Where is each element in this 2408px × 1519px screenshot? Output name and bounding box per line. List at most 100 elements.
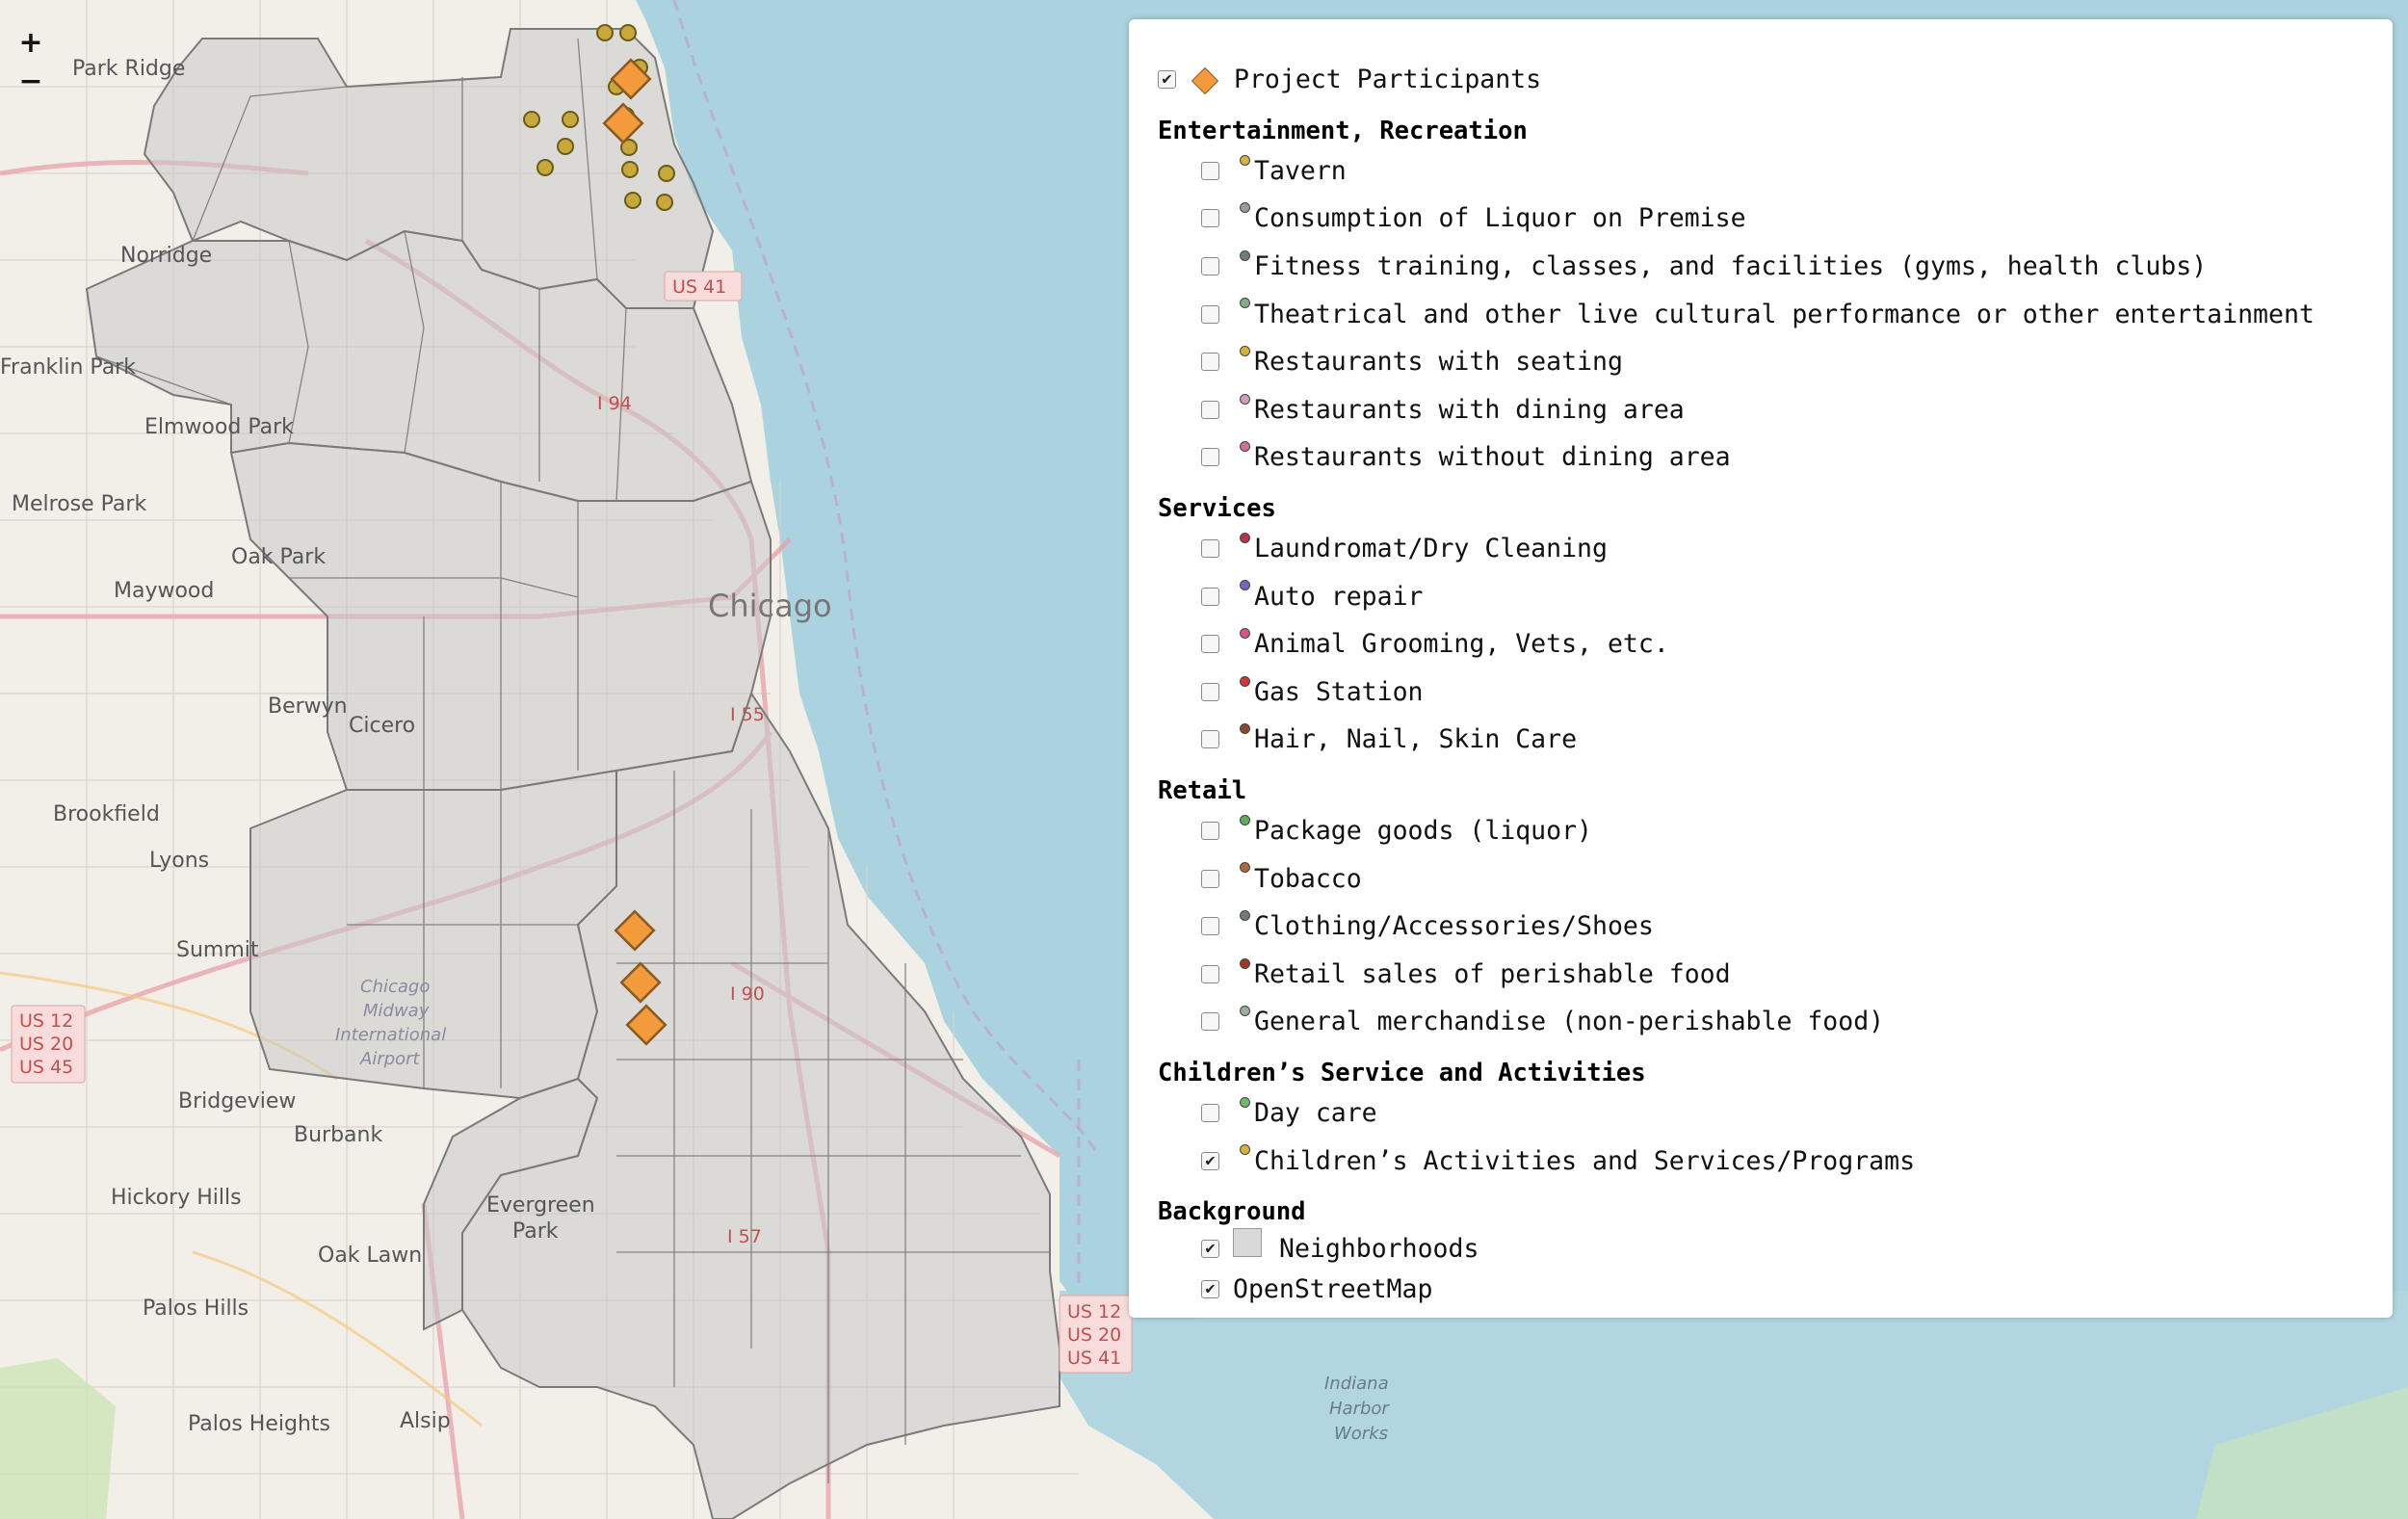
layer-label: Fitness training, classes, and facilitie…: [1254, 251, 2208, 282]
children-activity-marker[interactable]: [523, 111, 540, 128]
layer-checkbox[interactable]: [1201, 539, 1219, 559]
zoom-in-button[interactable]: +: [12, 23, 50, 62]
map-place-label: Franklin Park: [0, 355, 136, 380]
map-place-label: Palos Hills: [143, 1296, 249, 1321]
shield-us12-us20-us41: US 12 US 20 US 41: [1067, 1301, 1121, 1369]
layer-label: Tavern: [1254, 155, 1347, 186]
map-place-label: Lyons: [149, 849, 209, 873]
map-place-label: Chicago: [360, 977, 430, 997]
layer-checkbox[interactable]: [1201, 353, 1219, 372]
layer-label: Animal Grooming, Vets, etc.: [1254, 629, 1669, 660]
layer-color-dot-icon: [1240, 862, 1250, 874]
layer-checkbox[interactable]: [1201, 1012, 1219, 1032]
layer-color-dot-icon: [1240, 627, 1250, 639]
layer-checkbox[interactable]: [1201, 822, 1219, 841]
children-activity-marker[interactable]: [624, 192, 641, 209]
layer-color-dot-icon: [1240, 675, 1250, 687]
layer-checkbox[interactable]: [1201, 869, 1219, 888]
map-place-label: Oak Park: [231, 545, 326, 569]
map-place-label: Burbank: [294, 1123, 382, 1147]
map-place-label: Evergreen: [486, 1193, 595, 1218]
layer-checkbox[interactable]: ✔: [1201, 1280, 1219, 1299]
layer-label: Consumption of Liquor on Premise: [1254, 203, 1746, 234]
shield-i57: I 57: [727, 1226, 762, 1247]
layer-label: Clothing/Accessories/Shoes: [1254, 911, 1654, 942]
legend-layer-row: ✔ Neighborhoods: [1158, 1227, 2393, 1270]
map-place-label: Brookfield: [53, 802, 160, 826]
layer-color-dot-icon: [1240, 1006, 1250, 1017]
shield-i55: I 55: [730, 704, 765, 725]
layer-label: Tobacco: [1254, 863, 1362, 894]
map-place-label: Airport: [359, 1049, 421, 1069]
map-place-label: Oak Lawn: [318, 1244, 422, 1268]
layer-label: Gas Station: [1254, 676, 1424, 707]
legend-layer-row: ✔ Children’s Activities and Services/Prog…: [1158, 1137, 2393, 1185]
zoom-out-button[interactable]: −: [12, 62, 50, 100]
layer-checkbox[interactable]: [1201, 730, 1219, 749]
legend-row-project-participants: ✔ Project Participants: [1158, 56, 2393, 104]
legend-layer-row: Auto repair: [1158, 572, 2393, 620]
neighborhood-swatch-icon: [1233, 1227, 1262, 1257]
legend-layer-row: General merchandise (non-perishable food…: [1158, 998, 2393, 1046]
layer-checkbox[interactable]: [1201, 257, 1219, 276]
map-place-label: Melrose Park: [12, 492, 146, 516]
shield-i94: I 94: [597, 393, 632, 414]
layer-checkbox[interactable]: [1201, 917, 1219, 936]
layer-color-dot-icon: [1240, 909, 1250, 921]
map-place-label: Cicero: [349, 714, 415, 738]
map-place-label: Indiana: [1324, 1374, 1389, 1394]
children-activity-marker[interactable]: [621, 161, 639, 178]
layer-checkbox[interactable]: [1201, 448, 1219, 467]
layer-color-dot-icon: [1240, 1144, 1250, 1156]
layer-color-dot-icon: [1240, 957, 1250, 969]
layer-label: Restaurants without dining area: [1254, 442, 1731, 473]
children-activity-marker[interactable]: [562, 111, 579, 128]
layer-label: Day care: [1254, 1097, 1377, 1128]
legend-layer-row: Clothing/Accessories/Shoes: [1158, 903, 2393, 951]
children-activity-marker[interactable]: [658, 165, 675, 182]
layer-checkbox[interactable]: [1201, 209, 1219, 228]
layer-color-dot-icon: [1240, 345, 1250, 356]
layer-checkbox[interactable]: ✔: [1201, 1240, 1219, 1259]
map-place-label: Bridgeview: [178, 1089, 296, 1113]
map-place-label: Harbor: [1329, 1399, 1390, 1419]
layer-checkbox[interactable]: [1201, 587, 1219, 606]
layer-color-dot-icon: [1240, 154, 1250, 166]
orange-diamond-icon: [1191, 66, 1219, 94]
legend-layer-row: Gas Station: [1158, 668, 2393, 717]
children-activity-marker[interactable]: [619, 24, 637, 41]
legend-layer-row: Tavern: [1158, 147, 2393, 196]
legend-layer-row: Theatrical and other live cultural perfo…: [1158, 290, 2393, 338]
children-activity-marker[interactable]: [537, 159, 554, 176]
children-activity-marker[interactable]: [596, 24, 614, 41]
layer-checkbox[interactable]: [1201, 304, 1219, 324]
legend-layer-row: Laundromat/Dry Cleaning: [1158, 525, 2393, 573]
layer-checkbox[interactable]: [1201, 161, 1219, 180]
layer-checkbox[interactable]: [1201, 635, 1219, 654]
children-activity-marker[interactable]: [656, 194, 673, 211]
legend-layer-row: Restaurants without dining area: [1158, 433, 2393, 482]
map-place-label: International: [335, 1025, 446, 1045]
map-place-label: Midway: [363, 1001, 430, 1021]
legend-layer-row: Tobacco: [1158, 854, 2393, 903]
layer-legend-panel: ✔ Project Participants Entertainment, Re…: [1129, 19, 2393, 1318]
project-participants-label: Project Participants: [1234, 65, 1542, 95]
zoom-control: + −: [12, 23, 50, 100]
map-place-label: Norridge: [120, 244, 212, 268]
children-activity-marker[interactable]: [557, 138, 574, 155]
layer-checkbox[interactable]: [1201, 964, 1219, 983]
layer-checkbox[interactable]: [1201, 1103, 1219, 1122]
layer-checkbox[interactable]: ✔: [1201, 1151, 1219, 1170]
layer-color-dot-icon: [1240, 814, 1250, 825]
map-place-label: Works: [1334, 1424, 1388, 1444]
legend-group-title: Retail: [1158, 775, 1247, 805]
layer-checkbox[interactable]: [1201, 400, 1219, 419]
map-place-label: Park Ridge: [72, 57, 185, 81]
shield-us41: US 41: [672, 276, 726, 298]
legend-layer-row: ✔ OpenStreetMap: [1158, 1270, 2393, 1309]
project-participants-checkbox[interactable]: ✔: [1158, 70, 1176, 90]
layer-color-dot-icon: [1240, 723, 1250, 735]
shield-us12-us20-us45: US 12 US 20 US 45: [19, 1010, 73, 1078]
map-place-label: Summit: [176, 938, 259, 962]
layer-checkbox[interactable]: [1201, 682, 1219, 701]
